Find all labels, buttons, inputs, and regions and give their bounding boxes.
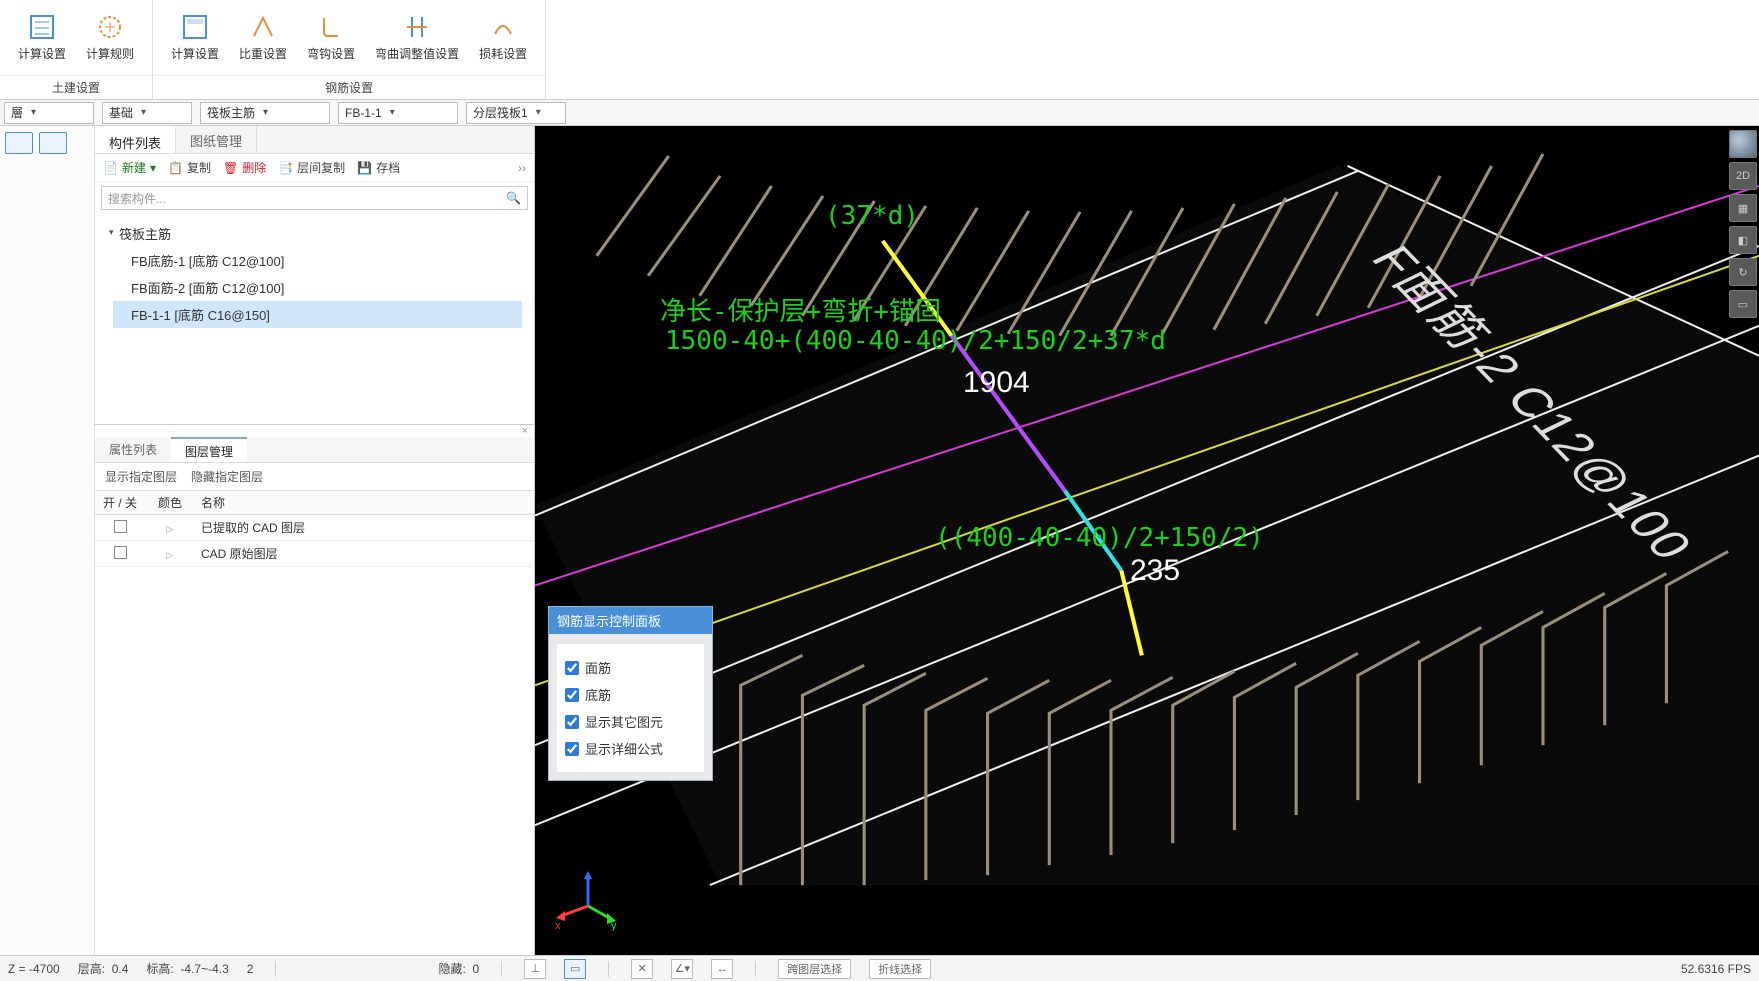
snap-endpoint-icon[interactable]: ⊥ [524, 959, 546, 979]
view-cube-icon[interactable]: ▦ [1729, 194, 1757, 222]
rebar-display-panel[interactable]: 钢筋显示控制面板 面筋 底筋 显示其它图元 显示详细公式 [548, 606, 713, 781]
cross-layer-button[interactable]: 跨图层选择 [778, 959, 851, 979]
component-panel: 构件列表 图纸管理 📄 新建 ▾ 📋 复制 🗑 删除 📑 层间复制 💾 存档 ›… [95, 126, 535, 955]
status-bar: Z = -4700 层高: 0.4 标高: -4.7~-4.3 2 隐藏: 0 … [0, 955, 1759, 981]
hook-settings-button[interactable]: 弯钩设置 [297, 5, 365, 70]
weight-settings-button[interactable]: 比重设置 [229, 5, 297, 70]
ribbon-group-civil-label: 土建设置 [0, 75, 152, 99]
tree-item[interactable]: FB底筋-1 [底筋 C12@100] [113, 247, 522, 274]
chk-bottom-bar[interactable]: 底筋 [557, 681, 704, 708]
orbit-icon[interactable] [1729, 130, 1757, 158]
checkbox[interactable] [114, 520, 127, 533]
new-button[interactable]: 📄 新建 ▾ [103, 159, 156, 176]
anno-235: 235 [1130, 554, 1180, 588]
tab-props[interactable]: 属性列表 [95, 437, 171, 462]
show-layer-btn[interactable]: 显示指定图层 [105, 468, 177, 485]
view-iso-icon[interactable]: ◧ [1729, 226, 1757, 254]
hide-layer-btn[interactable]: 隐藏指定图层 [191, 468, 263, 485]
anno-formula2: ((400-40-40)/2+150/2) [935, 523, 1264, 553]
checkbox[interactable] [114, 546, 127, 559]
pan-icon[interactable]: ↔ [711, 959, 733, 979]
component-tree: 筏板主筋 FB底筋-1 [底筋 C12@100] FB面筋-2 [面筋 C12@… [95, 214, 534, 424]
viewport-3d[interactable]: (37*d) 净长-保护层+弯折+锚固 1500-40+(400-40-40)/… [535, 126, 1759, 955]
expand-icon[interactable]: ▷ [167, 524, 174, 534]
status-z: Z = -4700 [8, 962, 60, 976]
delete-button[interactable]: 🗑 删除 [223, 159, 266, 176]
tab-drawings[interactable]: 图纸管理 [176, 126, 257, 153]
left-strip [0, 126, 95, 955]
ribbon-group-rebar: 计算设置 比重设置 弯钩设置 弯曲调整值设置 损耗设置 钢筋设置 [153, 0, 546, 99]
weight-icon [249, 13, 277, 41]
category-combo[interactable]: 基础 [102, 102, 192, 124]
rules-icon [96, 13, 124, 41]
layer-copy-button[interactable]: 📑 层间复制 [278, 159, 345, 176]
hook-icon [317, 13, 345, 41]
view-tools: 2D ▦ ◧ ↻ ▭ [1725, 126, 1759, 322]
component-combo[interactable]: FB-1-1 [338, 102, 458, 124]
expand-icon[interactable]: ▷ [167, 550, 174, 560]
list-view-icon[interactable] [5, 132, 33, 154]
tab-layers[interactable]: 图层管理 [171, 437, 247, 462]
loss-settings-button[interactable]: 损耗设置 [469, 5, 537, 70]
type-combo[interactable]: 筏板主筋 [200, 102, 330, 124]
snap-cancel-icon[interactable]: ✕ [631, 959, 653, 979]
close-icon[interactable]: × [95, 425, 534, 437]
polyline-select-button[interactable]: 折线选择 [869, 959, 931, 979]
layer-combo[interactable]: 分层筏板1 [466, 102, 566, 124]
tree-item[interactable]: FB面筋-2 [面筋 C12@100] [113, 274, 522, 301]
workspace: 构件列表 图纸管理 📄 新建 ▾ 📋 复制 🗑 删除 📑 层间复制 💾 存档 ›… [0, 126, 1759, 955]
calculator-icon [181, 13, 209, 41]
layer-row[interactable]: ▷ CAD 原始图层 [95, 541, 534, 567]
layer-table: 开 / 关 颜色 名称 ▷ 已提取的 CAD 图层 ▷ CAD 原始图层 [95, 490, 534, 567]
tree-root[interactable]: 筏板主筋 [113, 220, 522, 247]
angle-icon[interactable]: ∠▾ [671, 959, 693, 979]
panel-view-icon[interactable] [39, 132, 67, 154]
save-button[interactable]: 💾 存档 [357, 159, 400, 176]
chk-top-bar[interactable]: 面筋 [557, 654, 704, 681]
calculator-icon [28, 13, 56, 41]
tab-components[interactable]: 构件列表 [95, 126, 176, 153]
view-section-icon[interactable]: ▭ [1729, 290, 1757, 318]
layer-row[interactable]: ▷ 已提取的 CAD 图层 [95, 515, 534, 541]
calc-settings-button-2[interactable]: 计算设置 [161, 5, 229, 70]
view-2d-icon[interactable]: 2D [1729, 162, 1757, 190]
search-icon: 🔍 [506, 191, 521, 205]
ribbon-group-rebar-label: 钢筋设置 [153, 75, 545, 99]
fps-text: 52.6316 FPS [1681, 962, 1751, 976]
refresh-icon[interactable]: ↻ [1729, 258, 1757, 286]
svg-text:x: x [555, 920, 561, 931]
calc-settings-button-1[interactable]: 计算设置 [8, 5, 76, 70]
float-panel-title: 钢筋显示控制面板 [549, 607, 712, 634]
ribbon-group-civil: 计算设置 计算规则 土建设置 [0, 0, 153, 99]
chk-other-elem[interactable]: 显示其它图元 [557, 708, 704, 735]
toolbar-overflow-icon[interactable]: ›› [518, 161, 526, 175]
copy-button[interactable]: 📋 复制 [168, 159, 211, 176]
calc-settings-label: 计算设置 [18, 45, 66, 62]
anno-desc: 净长-保护层+弯折+锚固 [660, 291, 941, 328]
snap-ortho-icon[interactable]: ▭ [564, 959, 586, 979]
selector-bar: 層 基础 筏板主筋 FB-1-1 分层筏板1 [0, 100, 1759, 126]
bend-adjust-button[interactable]: 弯曲调整值设置 [365, 5, 469, 70]
ribbon: 计算设置 计算规则 土建设置 计算设置 比重设置 弯钩设置 [0, 0, 1759, 100]
tree-item[interactable]: FB-1-1 [底筋 C16@150] [113, 301, 522, 328]
search-input[interactable]: 搜索构件... 🔍 [101, 186, 528, 210]
chk-formula[interactable]: 显示详细公式 [557, 735, 704, 762]
panel-tabs: 构件列表 图纸管理 [95, 126, 534, 154]
calc-rules-button[interactable]: 计算规则 [76, 5, 144, 70]
anno-1904: 1904 [963, 366, 1030, 400]
property-panel: × 属性列表 图层管理 显示指定图层 隐藏指定图层 开 / 关 颜色 名称 ▷ … [95, 424, 534, 955]
anno-formula: 1500-40+(400-40-40)/2+150/2+37*d [665, 326, 1166, 356]
floor-combo[interactable]: 層 [4, 102, 94, 124]
anno-37d: (37*d) [825, 201, 919, 231]
calc-rules-label: 计算规则 [86, 45, 134, 62]
panel-toolbar: 📄 新建 ▾ 📋 复制 🗑 删除 📑 层间复制 💾 存档 ›› [95, 154, 534, 182]
loss-icon [489, 13, 517, 41]
axis-gizmo: x y [553, 871, 623, 931]
svg-text:y: y [611, 920, 617, 931]
bend-icon [403, 13, 431, 41]
